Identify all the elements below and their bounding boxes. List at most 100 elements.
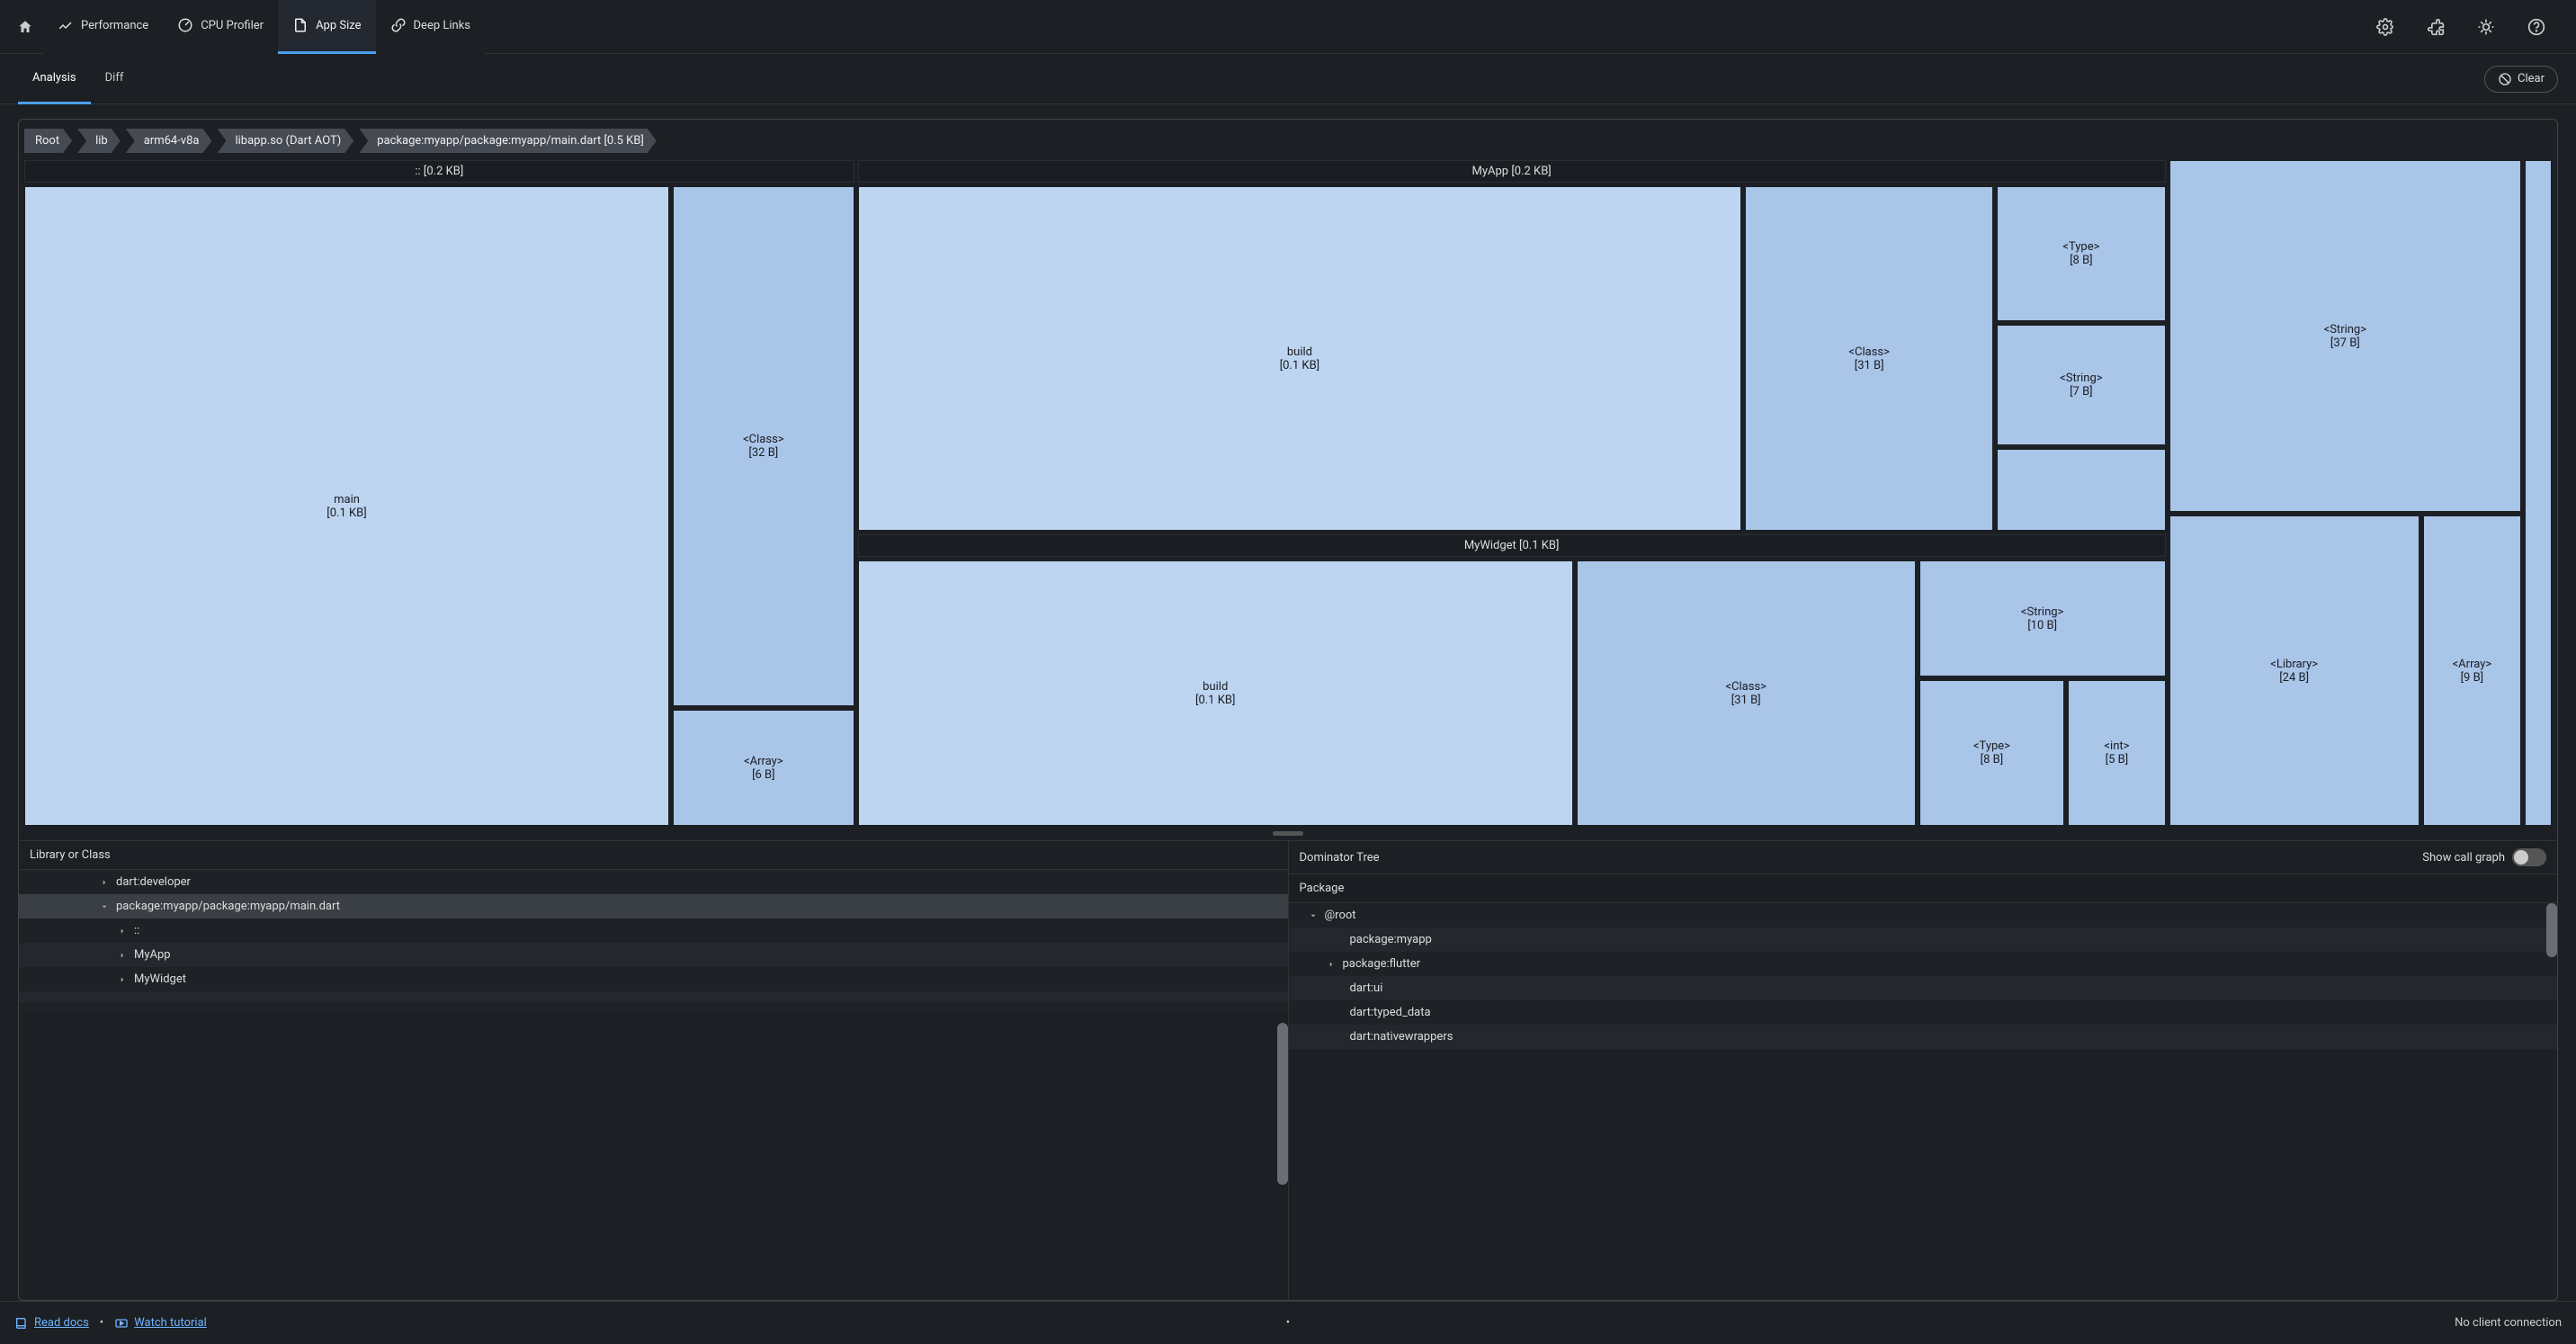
treemap-cell-mywidget-type[interactable]: <Type> [8 B] bbox=[1919, 680, 2065, 826]
dominator-tree-panel: Dominator Tree Show call graph Package @… bbox=[1288, 841, 2558, 1300]
treemap-cell-class[interactable]: <Class> [32 B] bbox=[673, 186, 854, 706]
sub-tabs-row: Analysis Diff Clear bbox=[0, 54, 2576, 104]
subtab-diff[interactable]: Diff bbox=[91, 54, 139, 104]
show-call-graph-toggle: Show call graph bbox=[2422, 848, 2546, 866]
dominator-tree-rows[interactable]: @root package:myapp package:flutter dart:ui… bbox=[1289, 903, 2558, 1300]
treemap-cell-array-right[interactable]: <Array> [9 B] bbox=[2423, 515, 2521, 826]
tab-app-size[interactable]: App Size bbox=[278, 0, 375, 54]
table-row[interactable]: package:flutter bbox=[1289, 952, 2558, 976]
row-label: MyApp bbox=[134, 948, 171, 962]
splitter-handle[interactable] bbox=[19, 826, 2557, 840]
file-icon bbox=[292, 17, 309, 33]
treemap-header-root[interactable]: :: [0.2 KB] bbox=[24, 160, 854, 183]
tab-performance[interactable]: Performance bbox=[43, 0, 163, 54]
gauge-icon bbox=[177, 17, 193, 33]
home-button[interactable] bbox=[7, 9, 43, 45]
table-row[interactable]: package:myapp bbox=[1289, 927, 2558, 952]
treemap-cell-mywidget-build[interactable]: build [0.1 KB] bbox=[858, 560, 1573, 826]
subtab-label: Diff bbox=[105, 71, 124, 85]
center-dot: • bbox=[1286, 1316, 1290, 1330]
crumb-lib[interactable]: lib bbox=[77, 129, 121, 153]
scrollbar-thumb[interactable] bbox=[2546, 903, 2557, 957]
tab-deep-links[interactable]: Deep Links bbox=[376, 0, 485, 54]
table-row[interactable]: dart:typed_data bbox=[1289, 1000, 2558, 1025]
table-row[interactable] bbox=[19, 991, 1288, 1002]
help-icon[interactable] bbox=[2518, 9, 2554, 45]
table-row[interactable]: MyApp bbox=[19, 943, 1288, 967]
tab-label: App Size bbox=[316, 19, 361, 32]
treemap-header-mywidget[interactable]: MyWidget [0.1 KB] bbox=[858, 534, 2166, 557]
table-row[interactable]: MyWidget bbox=[19, 967, 1288, 991]
row-label: package:myapp/package:myapp/main.dart bbox=[116, 900, 340, 913]
analysis-panel: Root lib arm64-v8a libapp.so (Dart AOT) … bbox=[18, 119, 2558, 1301]
table-row[interactable]: dart:nativewrappers bbox=[1289, 1025, 2558, 1049]
tab-label: CPU Profiler bbox=[201, 19, 264, 32]
crumb-arch[interactable]: arm64-v8a bbox=[126, 129, 212, 153]
chevron-right-icon bbox=[118, 927, 130, 936]
toolbar-right bbox=[2367, 9, 2569, 45]
toggle-label: Show call graph bbox=[2422, 851, 2505, 865]
tab-cpu-profiler[interactable]: CPU Profiler bbox=[163, 0, 278, 54]
read-docs-link[interactable]: Read docs bbox=[34, 1316, 89, 1330]
table-row[interactable] bbox=[19, 1002, 1288, 1013]
treemap-cell-myapp-type[interactable]: <Type> [8 B] bbox=[1997, 186, 2165, 321]
book-icon bbox=[14, 1316, 29, 1331]
clear-button[interactable]: Clear bbox=[2484, 66, 2558, 93]
link-icon bbox=[390, 17, 407, 33]
row-label: dart:developer bbox=[116, 875, 191, 889]
settings-icon[interactable] bbox=[2367, 9, 2403, 45]
table-row[interactable]: dart:developer bbox=[19, 870, 1288, 894]
table-header-label: Library or Class bbox=[30, 848, 111, 862]
treemap-cell-mywidget-int[interactable]: <int> [5 B] bbox=[2068, 680, 2165, 826]
treemap-cell-array[interactable]: <Array> [6 B] bbox=[673, 710, 854, 826]
subtab-analysis[interactable]: Analysis bbox=[18, 54, 91, 104]
treemap: :: [0.2 KB] main [0.1 KB] <Class> [32 B] bbox=[19, 160, 2557, 826]
treemap-cell-mywidget-string[interactable]: <String> [10 B] bbox=[1919, 560, 2166, 676]
watch-tutorial-link[interactable]: Watch tutorial bbox=[134, 1316, 207, 1330]
treemap-cell-sliver[interactable] bbox=[2525, 160, 2552, 826]
extension-icon[interactable] bbox=[2418, 9, 2454, 45]
performance-icon bbox=[58, 17, 74, 33]
row-label: dart:typed_data bbox=[1350, 1006, 1431, 1019]
table-row[interactable]: @root bbox=[1289, 903, 2558, 927]
chevron-right-icon bbox=[118, 951, 130, 960]
chevron-right-icon bbox=[1327, 960, 1339, 969]
treemap-cell-main[interactable]: main [0.1 KB] bbox=[24, 186, 669, 826]
footer-bar: Read docs • Watch tutorial • No client c… bbox=[0, 1301, 2576, 1344]
treemap-cell-string[interactable]: <String> [37 B] bbox=[2169, 160, 2521, 512]
row-label: package:myapp bbox=[1350, 933, 1432, 946]
row-label: dart:nativewrappers bbox=[1350, 1030, 1453, 1044]
treemap-cell-library[interactable]: <Library> [24 B] bbox=[2169, 515, 2419, 826]
tab-label: Deep Links bbox=[414, 19, 470, 32]
clear-label: Clear bbox=[2518, 72, 2545, 85]
bug-icon[interactable] bbox=[2468, 9, 2504, 45]
library-tree-header: Library or Class bbox=[19, 841, 1288, 870]
connection-status: No client connection bbox=[2455, 1316, 2562, 1330]
table-row[interactable]: dart:ui bbox=[1289, 976, 2558, 1000]
crumb-libapp[interactable]: libapp.so (Dart AOT) bbox=[217, 129, 353, 153]
treemap-cell-myapp-class[interactable]: <Class> [31 B] bbox=[1745, 186, 1993, 531]
block-icon bbox=[2498, 72, 2512, 86]
breadcrumb: Root lib arm64-v8a libapp.so (Dart AOT) … bbox=[19, 120, 2557, 160]
row-label: dart:ui bbox=[1350, 981, 1383, 995]
top-toolbar: Performance CPU Profiler App Size Deep L… bbox=[0, 0, 2576, 54]
crumb-package[interactable]: package:myapp/package:myapp/main.dart [0… bbox=[359, 129, 657, 153]
treemap-header-myapp[interactable]: MyApp [0.2 KB] bbox=[858, 160, 2166, 183]
tables-area: Library or Class dart:developer package:m… bbox=[19, 840, 2557, 1300]
treemap-cell-mywidget-class[interactable]: <Class> [31 B] bbox=[1577, 560, 1916, 826]
grip-icon bbox=[1273, 831, 1303, 836]
row-label: :: bbox=[134, 924, 139, 937]
table-row[interactable]: :: bbox=[19, 918, 1288, 943]
crumb-root[interactable]: Root bbox=[24, 129, 72, 153]
library-tree-rows[interactable]: dart:developer package:myapp/package:myap… bbox=[19, 870, 1288, 1300]
package-subheader: Package bbox=[1289, 874, 2558, 903]
row-label: package:flutter bbox=[1343, 957, 1421, 971]
treemap-cell-myapp-blank[interactable] bbox=[1997, 449, 2165, 531]
table-row[interactable]: package:myapp/package:myapp/main.dart bbox=[19, 894, 1288, 918]
tab-label: Performance bbox=[81, 19, 148, 32]
scrollbar-thumb[interactable] bbox=[1277, 1023, 1288, 1185]
treemap-cell-myapp-string[interactable]: <String> [7 B] bbox=[1997, 325, 2165, 446]
call-graph-switch[interactable] bbox=[2512, 848, 2546, 866]
video-icon bbox=[114, 1316, 129, 1331]
treemap-cell-myapp-build[interactable]: build [0.1 KB] bbox=[858, 186, 1742, 531]
